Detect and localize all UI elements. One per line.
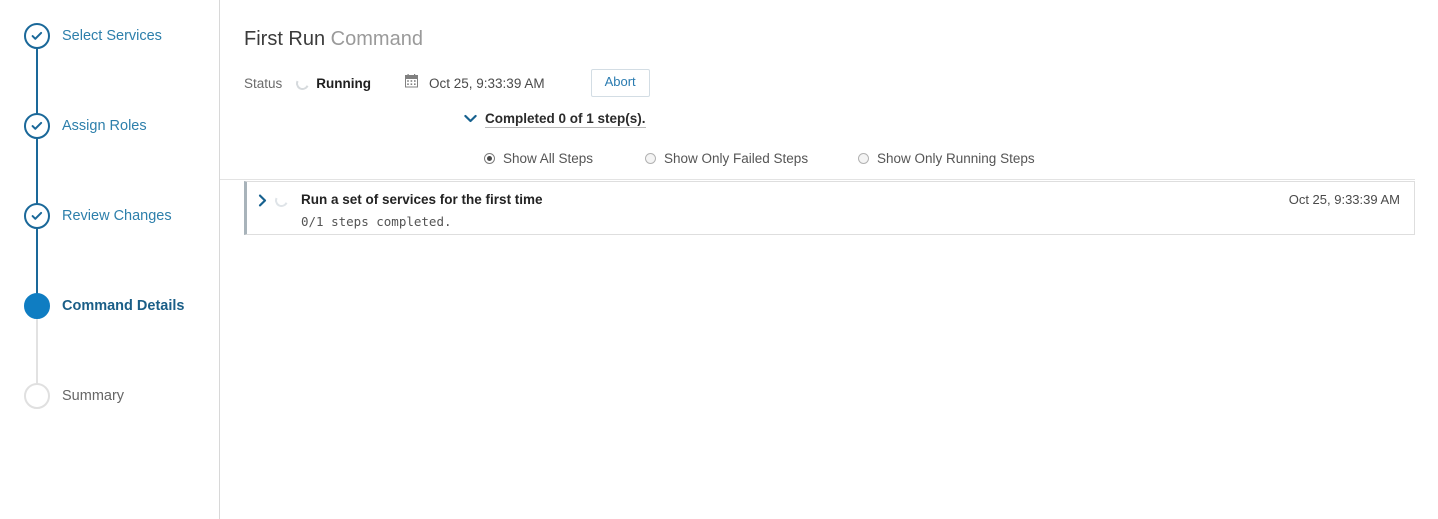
step-row-controls bbox=[247, 182, 290, 212]
radio-show-all-steps[interactable]: Show All Steps bbox=[484, 148, 593, 168]
sidebar-item-label: Review Changes bbox=[62, 207, 172, 224]
spinner-icon bbox=[294, 74, 312, 92]
step-timestamp: Oct 25, 9:33:39 AM bbox=[1288, 192, 1400, 207]
step-pending-circle-icon bbox=[24, 383, 50, 409]
completed-summary-text: Completed 0 of 1 step(s). bbox=[485, 110, 646, 128]
step-current-dot-icon bbox=[24, 293, 50, 319]
sidebar-item-summary[interactable]: Summary bbox=[0, 382, 220, 410]
sidebar-item-label: Select Services bbox=[62, 27, 162, 44]
sidebar-item-label: Summary bbox=[62, 387, 125, 404]
radio-label: Show All Steps bbox=[503, 150, 594, 166]
step-row-body: Run a set of services for the first time… bbox=[288, 182, 1289, 232]
step-progress-text: 0/1 steps completed. bbox=[301, 214, 452, 229]
step-complete-check-icon bbox=[24, 203, 50, 229]
radio-show-only-running-steps[interactable]: Show Only Running Steps bbox=[858, 148, 1035, 168]
step-row[interactable]: Run a set of services for the first time… bbox=[244, 181, 1415, 235]
abort-button[interactable]: Abort bbox=[590, 69, 650, 97]
chevron-down-icon bbox=[464, 110, 477, 128]
step-title: Run a set of services for the first time bbox=[301, 192, 543, 207]
radio-button-icon[interactable] bbox=[484, 152, 495, 164]
step-filter-group: Show All Steps Show Only Failed Steps Sh… bbox=[220, 148, 1415, 180]
sidebar-item-label: Command Details bbox=[62, 297, 185, 314]
sidebar-item-select-services[interactable]: Select Services bbox=[0, 22, 220, 50]
radio-label: Show Only Running Steps bbox=[877, 150, 1035, 166]
step-complete-check-icon bbox=[24, 23, 50, 49]
radio-label: Show Only Failed Steps bbox=[664, 150, 809, 166]
chevron-right-icon[interactable] bbox=[258, 194, 268, 212]
status-timestamp: Oct 25, 9:33:39 AM bbox=[429, 75, 545, 91]
page-title-strong: First Run bbox=[244, 28, 326, 50]
sidebar-item-command-details[interactable]: Command Details bbox=[0, 292, 220, 320]
sidebar-item-label: Assign Roles bbox=[62, 117, 147, 134]
first-run-command-page: Select Services Assign Roles Review Chan… bbox=[0, 0, 1438, 519]
completed-summary-toggle[interactable]: Completed 0 of 1 step(s). bbox=[464, 110, 646, 128]
page-title-light: Command bbox=[325, 28, 423, 50]
sidebar-item-assign-roles[interactable]: Assign Roles bbox=[0, 112, 220, 140]
command-status-row: Status Running Oct 25, 9:33:39 AM Abort bbox=[244, 69, 650, 97]
wizard-sidebar: Select Services Assign Roles Review Chan… bbox=[0, 0, 220, 519]
page-title: First Run Command bbox=[244, 26, 423, 52]
radio-show-only-failed-steps[interactable]: Show Only Failed Steps bbox=[645, 148, 808, 168]
radio-button-icon[interactable] bbox=[858, 152, 869, 164]
command-details-panel: First Run Command Status Running Oct 25,… bbox=[220, 0, 1438, 519]
status-label: Status bbox=[244, 75, 283, 91]
step-complete-check-icon bbox=[24, 113, 50, 139]
radio-button-icon[interactable] bbox=[645, 152, 656, 164]
status-badge: Running bbox=[316, 75, 372, 91]
calendar-icon bbox=[405, 73, 419, 93]
sidebar-item-review-changes[interactable]: Review Changes bbox=[0, 202, 220, 230]
